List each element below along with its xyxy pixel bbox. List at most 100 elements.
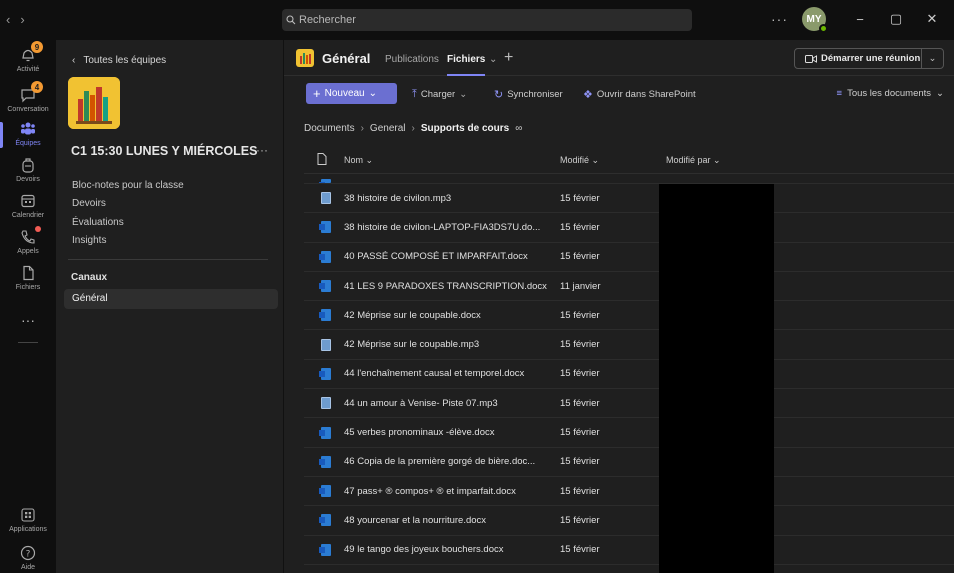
file-modified-date: 15 février	[560, 427, 600, 439]
table-row[interactable]: 46 Copia de la première gorgé de bière.d…	[304, 448, 954, 477]
column-header-name-label: Nom	[344, 154, 364, 165]
forward-arrow-icon[interactable]: ›	[20, 12, 24, 27]
search-input[interactable]: Rechercher	[282, 9, 692, 31]
rail-label-teams: Équipes	[15, 140, 41, 147]
open-sharepoint-label: Ouvrir dans SharePoint	[596, 89, 696, 100]
breadcrumb-general[interactable]: General	[370, 123, 406, 134]
maximize-button[interactable]: ▢	[882, 11, 910, 27]
more-options-icon[interactable]: ···	[771, 11, 788, 27]
start-meeting-button[interactable]: Démarrer une réunion ⌄	[794, 48, 944, 69]
file-type-cell	[304, 280, 331, 293]
rail-item-files[interactable]: Fichiers	[0, 264, 56, 291]
window-controls: ··· MY − ▢ ✕	[771, 6, 954, 33]
channel-header: Général Publications Fichiers ⌄ + Démarr…	[284, 40, 954, 76]
avatar-initials: MY	[806, 13, 822, 25]
rail-item-chat[interactable]: 4 Conversation	[0, 81, 56, 113]
team-more-options-icon[interactable]: ···	[256, 143, 268, 157]
file-type-cell	[304, 543, 331, 556]
close-button[interactable]: ✕	[918, 11, 946, 27]
column-header-name[interactable]: Nom ⌄	[330, 155, 560, 166]
file-name-link[interactable]: 44 un amour à Venise- Piste 07.mp3	[330, 398, 560, 409]
table-row[interactable]: 42 Méprise sur le coupable.mp3 15 février	[304, 330, 954, 360]
breadcrumb-documents[interactable]: Documents	[304, 123, 355, 134]
meeting-dropdown-chevron-icon[interactable]: ⌄	[921, 49, 943, 68]
tab-files[interactable]: Fichiers ⌄	[447, 54, 499, 76]
table-row[interactable]: 44 l'enchaînement causal et temporel.doc…	[304, 360, 954, 390]
upload-button[interactable]: ⤒ Charger ⌄	[412, 88, 467, 101]
table-row[interactable]: 41 LES 9 PARADOXES TRANSCRIPTION.docx 11 …	[304, 272, 954, 302]
file-name-link[interactable]: 45 verbes pronominaux -élève.docx	[330, 427, 560, 438]
word-file-icon	[319, 280, 331, 293]
rail-item-help[interactable]: ? Aide	[0, 544, 56, 571]
calls-notification-dot	[35, 226, 41, 232]
table-row[interactable]: 44 un amour à Venise- Piste 07.mp3 15 fév…	[304, 389, 954, 419]
team-link-class-notebook[interactable]: Bloc-notes pour la classe	[72, 180, 184, 191]
team-link-assignments[interactable]: Devoirs	[72, 198, 106, 209]
sharepoint-icon: ❖	[583, 89, 593, 101]
file-modified-date: 15 février	[560, 485, 600, 497]
tab-posts[interactable]: Publications	[385, 54, 439, 65]
file-name-link[interactable]: 38 histoire de civilon-LAPTOP-FIA3DS7U.d…	[330, 222, 560, 233]
word-file-icon	[319, 367, 331, 380]
file-type-cell	[304, 485, 331, 498]
file-modified-date: 15 février	[560, 221, 600, 233]
rail-item-assignments[interactable]: Devoirs	[0, 156, 56, 183]
rail-item-calendar[interactable]: Calendrier	[0, 192, 56, 219]
sync-button[interactable]: ↻ Synchroniser	[494, 88, 563, 101]
column-header-modified-by[interactable]: Modifié par ⌄	[666, 155, 786, 166]
minimize-button[interactable]: −	[846, 12, 874, 27]
rail-label-assignments: Devoirs	[16, 176, 40, 183]
link-icon[interactable]: ∞	[515, 123, 522, 134]
table-row[interactable]: 38 histoire de civilon-LAPTOP-FIA3DS7U.d…	[304, 213, 954, 243]
back-arrow-icon[interactable]: ‹	[6, 12, 10, 27]
rail-item-calls[interactable]: Appels	[0, 226, 56, 255]
table-row[interactable]: 47 pass+ ® compos+ ® et imparfait.docx 15…	[304, 477, 954, 507]
upload-arrow-icon: ⤒	[412, 88, 417, 100]
file-type-header-icon[interactable]	[304, 153, 330, 167]
table-row[interactable]: 48 yourcenar et la nourriture.docx 15 fév…	[304, 506, 954, 536]
help-icon: ?	[19, 544, 37, 562]
start-meeting-label: Démarrer une réunion	[821, 53, 921, 64]
file-modified-date: 15 février	[560, 514, 600, 526]
file-name-link[interactable]: 48 yourcenar et la nourriture.docx	[330, 515, 560, 526]
all-teams-link[interactable]: ‹ Toutes les équipes	[72, 55, 166, 66]
rail-divider	[18, 342, 38, 343]
table-row[interactable]: 49 le tango des joyeux bouchers.docx 15 f…	[304, 536, 954, 565]
column-header-modified[interactable]: Modifié ⌄	[560, 155, 666, 166]
file-modified-date: 15 février	[560, 368, 600, 380]
avatar[interactable]: MY	[802, 7, 828, 33]
new-button[interactable]: + Nouveau ⌄	[306, 83, 397, 104]
presence-available-icon	[819, 24, 828, 33]
file-name-link[interactable]: 46 Copia de la première gorgé de bière.d…	[330, 456, 560, 467]
phone-icon	[19, 226, 41, 246]
tab-files-label: Fichiers	[447, 54, 486, 65]
bell-icon: 9	[19, 41, 43, 64]
channel-item-general[interactable]: Général	[64, 289, 278, 309]
file-name-link[interactable]: 42 Méprise sur le coupable.mp3	[330, 339, 560, 350]
add-tab-button[interactable]: +	[504, 49, 513, 67]
team-link-insights[interactable]: Insights	[72, 235, 106, 246]
table-row[interactable]: 42 Méprise sur le coupable.docx 15 févrie…	[304, 301, 954, 331]
table-row[interactable]: 38 histoire de civilon.mp3 15 février	[304, 184, 954, 214]
file-name-link[interactable]: 40 PASSÉ COMPOSÉ ET IMPARFAIT.docx	[330, 251, 560, 262]
team-divider	[68, 259, 268, 260]
file-name-link[interactable]: 49 le tango des joyeux bouchers.docx	[330, 544, 560, 555]
file-name-link[interactable]: 38 histoire de civilon.mp3	[330, 193, 560, 204]
all-documents-view-button[interactable]: ≡ Tous les documents ⌄	[837, 88, 944, 99]
table-row-partial[interactable]	[304, 174, 954, 184]
breadcrumb-chevron-icon: ›	[360, 123, 364, 134]
rail-item-apps[interactable]: Applications	[0, 506, 56, 533]
rail-item-teams[interactable]: Équipes	[0, 120, 56, 148]
rail-label-activity: Activité	[16, 66, 40, 73]
file-name-link[interactable]: 42 Méprise sur le coupable.docx	[330, 310, 560, 321]
file-name-link[interactable]: 47 pass+ ® compos+ ® et imparfait.docx	[330, 486, 560, 497]
table-row[interactable]: 45 verbes pronominaux -élève.docx 15 févr…	[304, 418, 954, 448]
rail-item-activity[interactable]: 9 Activité	[0, 41, 56, 73]
more-apps-icon[interactable]: ···	[0, 312, 56, 328]
open-sharepoint-button[interactable]: ❖ Ouvrir dans SharePoint	[583, 88, 696, 101]
table-row[interactable]: 40 PASSÉ COMPOSÉ ET IMPARFAIT.docx 15 fév…	[304, 243, 954, 272]
team-link-grades[interactable]: Évaluations	[72, 217, 124, 228]
file-name-link[interactable]: 44 l'enchaînement causal et temporel.doc…	[330, 368, 560, 379]
file-name-link[interactable]: 41 LES 9 PARADOXES TRANSCRIPTION.docx	[330, 281, 560, 292]
word-file-icon	[319, 426, 331, 439]
